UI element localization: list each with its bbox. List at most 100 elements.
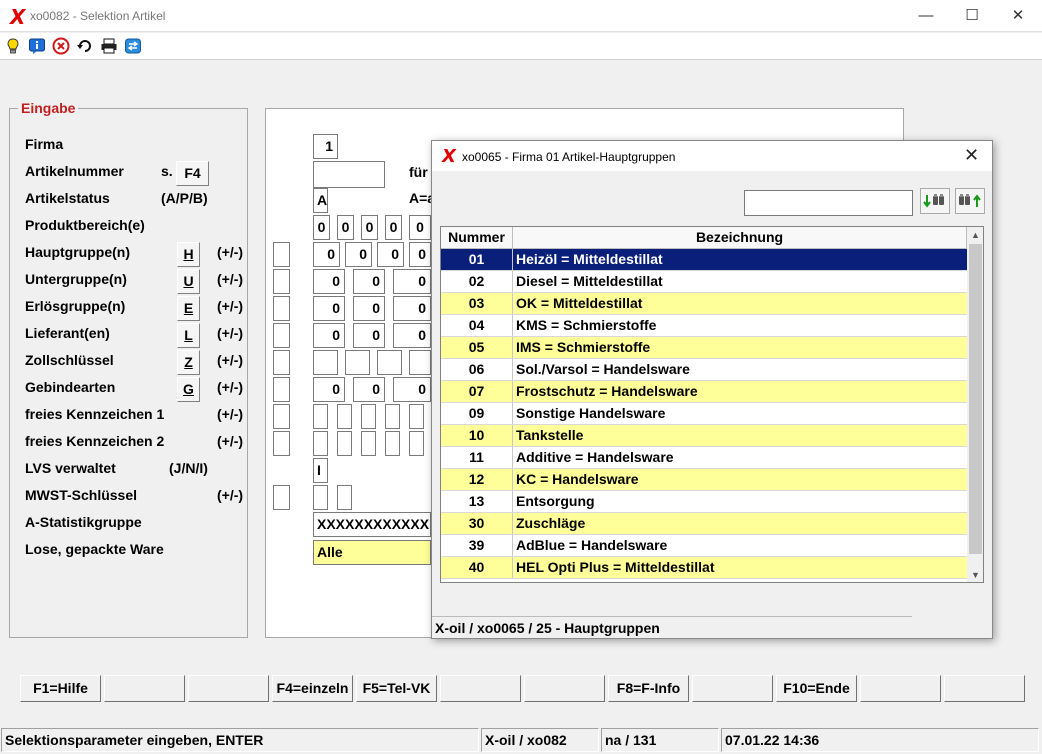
untergruppe-field[interactable]: 0 [313,269,345,294]
kennzeichen1-field[interactable] [385,404,400,429]
f7-button[interactable] [524,675,605,702]
mwst-field[interactable] [313,485,328,510]
f3-button[interactable] [188,675,269,702]
zollschluessel-field[interactable] [377,350,402,375]
erloesgruppe-sign-field[interactable] [273,296,290,321]
kennzeichen2-field[interactable] [361,431,376,456]
table-row[interactable]: 04 KMS = Schmierstoffe [441,315,967,337]
f9-button[interactable] [692,675,773,702]
table-row[interactable]: 40 HEL Opti Plus = Mitteldestillat [441,557,967,579]
erloesgruppe-field[interactable]: 0 [353,296,385,321]
artikelstatus-field[interactable]: A [313,188,328,213]
zollschluessel-lookup-button[interactable]: Z [177,350,200,375]
f5-tel-vk-button[interactable]: F5=Tel-VK [356,675,437,702]
produktbereich-field[interactable]: 0 [361,215,378,240]
erloesgruppe-field[interactable]: 0 [393,296,431,321]
zollschluessel-field[interactable] [313,350,338,375]
scrollbar-thumb[interactable] [969,244,982,554]
erloesgruppe-field[interactable]: 0 [313,296,345,321]
hauptgruppe-sign-field[interactable] [273,242,290,267]
kennzeichen2-field[interactable] [313,431,328,456]
info-icon[interactable] [28,37,46,55]
zollschluessel-field[interactable] [345,350,370,375]
table-row[interactable]: 09 Sonstige Handelsware [441,403,967,425]
statistikgruppe-field[interactable]: XXXXXXXXXXXX [313,512,431,537]
refresh-icon[interactable] [76,37,94,55]
lvs-field[interactable]: I [313,458,328,483]
kennzeichen1-field[interactable] [361,404,376,429]
dialog-close-button[interactable]: ✕ [964,145,979,166]
artikelnummer-field[interactable] [313,161,385,188]
mwst-sign-field[interactable] [273,485,290,510]
hauptgruppe-field[interactable]: 0 [409,242,431,267]
produktbereich-field[interactable]: 0 [385,215,402,240]
table-row[interactable]: 01 Heizöl = Mitteldestillat [441,249,967,271]
hauptgruppe-lookup-button[interactable]: H [177,242,200,267]
dialog-search-input[interactable] [744,190,913,216]
kennzeichen1-field[interactable] [409,404,424,429]
lieferant-lookup-button[interactable]: L [177,323,200,348]
gebindearten-field[interactable]: 0 [393,377,431,402]
close-button[interactable]: ✕ [995,0,1041,32]
grid-scrollbar[interactable]: ▲ ▼ [967,227,983,582]
erloesgruppe-lookup-button[interactable]: E [177,296,200,321]
table-row[interactable]: 13 Entsorgung [441,491,967,513]
untergruppe-lookup-button[interactable]: U [177,269,200,294]
hauptgruppe-field[interactable]: 0 [313,242,340,267]
untergruppe-field[interactable]: 0 [393,269,431,294]
transfer-icon[interactable] [124,37,142,55]
table-row[interactable]: 03 OK = Mitteldestillat [441,293,967,315]
table-row[interactable]: 07 Frostschutz = Handelsware [441,381,967,403]
hauptgruppe-field[interactable]: 0 [345,242,372,267]
scroll-down-icon[interactable]: ▼ [967,567,983,582]
search-down-button[interactable] [920,188,950,214]
kennzeichen2-field[interactable] [409,431,424,456]
f10-ende-button[interactable]: F10=Ende [776,675,857,702]
f4-einzeln-button[interactable]: F4=einzeln [272,675,353,702]
table-row[interactable]: 12 KC = Handelsware [441,469,967,491]
search-up-button[interactable] [955,188,985,214]
table-row[interactable]: 30 Zuschläge [441,513,967,535]
zollschluessel-sign-field[interactable] [273,350,290,375]
gebindearten-sign-field[interactable] [273,377,290,402]
lieferant-field[interactable]: 0 [393,323,431,348]
kennzeichen1-sign-field[interactable] [273,404,290,429]
table-row[interactable]: 11 Additive = Handelsware [441,447,967,469]
table-row[interactable]: 39 AdBlue = Handelsware [441,535,967,557]
table-row[interactable]: 02 Diesel = Mitteldestillat [441,271,967,293]
maximize-button[interactable]: ☐ [949,0,995,32]
f6-button[interactable] [440,675,521,702]
lieferant-field[interactable]: 0 [353,323,385,348]
produktbereich-field[interactable]: 0 [409,215,431,240]
lieferant-sign-field[interactable] [273,323,290,348]
minimize-button[interactable]: — [903,0,949,32]
kennzeichen2-field[interactable] [385,431,400,456]
column-header-bezeichnung[interactable]: Bezeichnung [513,227,967,249]
scroll-up-icon[interactable]: ▲ [967,227,983,244]
hauptgruppe-field[interactable]: 0 [377,242,404,267]
lieferant-field[interactable]: 0 [313,323,345,348]
f1-help-button[interactable]: F1=Hilfe [20,675,101,702]
untergruppe-field[interactable]: 0 [353,269,385,294]
produktbereich-field[interactable]: 0 [337,215,354,240]
lose-select[interactable]: Alle [313,540,431,565]
gebindearten-field[interactable]: 0 [313,377,345,402]
kennzeichen2-field[interactable] [337,431,352,456]
lightbulb-icon[interactable] [4,37,22,55]
gebindearten-field[interactable]: 0 [353,377,385,402]
kennzeichen1-field[interactable] [337,404,352,429]
zollschluessel-field[interactable] [409,350,431,375]
table-row[interactable]: 10 Tankstelle [441,425,967,447]
table-row[interactable]: 06 Sol./Varsol = Handelsware [441,359,967,381]
stop-icon[interactable] [52,37,70,55]
kennzeichen2-sign-field[interactable] [273,431,290,456]
firma-field[interactable]: 1 [313,134,338,159]
table-row[interactable]: 05 IMS = Schmierstoffe [441,337,967,359]
printer-icon[interactable] [100,37,118,55]
kennzeichen1-field[interactable] [313,404,328,429]
mwst-field[interactable] [337,485,352,510]
column-header-nummer[interactable]: Nummer [441,227,513,249]
produktbereich-field[interactable]: 0 [313,215,330,240]
untergruppe-sign-field[interactable] [273,269,290,294]
f11-button[interactable] [860,675,941,702]
